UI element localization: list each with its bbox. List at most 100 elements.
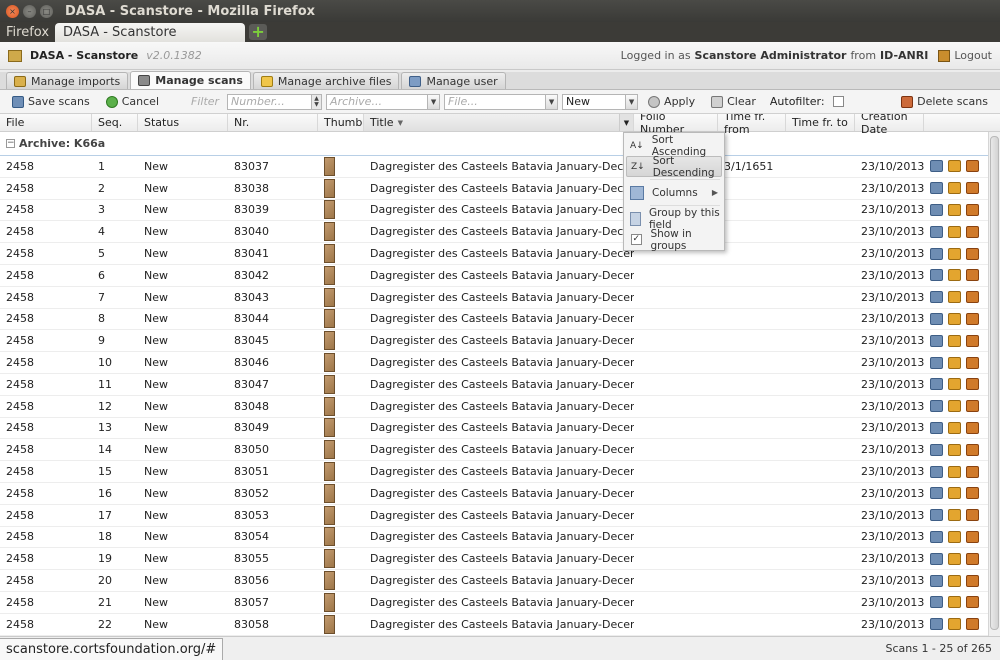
thumbnail-image[interactable] [324, 440, 335, 460]
edit-scan-icon[interactable] [948, 421, 961, 434]
cell-folio[interactable] [634, 287, 718, 308]
cell-thumb[interactable] [318, 396, 364, 417]
edit-scan-icon[interactable] [948, 443, 961, 456]
cell-thumb[interactable] [318, 439, 364, 460]
apply-button[interactable]: Apply [642, 92, 701, 112]
cell-folio[interactable] [634, 483, 718, 504]
cell-folio[interactable] [634, 352, 718, 373]
thumbnail-image[interactable] [324, 374, 335, 394]
cell-creation-date[interactable]: 23/10/2013 [855, 221, 924, 242]
cell-seq[interactable]: 8 [92, 309, 138, 330]
cell-time-to[interactable] [786, 570, 855, 591]
cell-title[interactable]: Dagregister des Casteels Batavia January… [364, 374, 634, 395]
thumbnail-image[interactable] [324, 396, 335, 416]
cell-thumb[interactable] [318, 265, 364, 286]
view-scan-icon[interactable] [930, 225, 943, 238]
delete-scan-icon[interactable] [966, 552, 979, 565]
cell-time-to[interactable] [786, 330, 855, 351]
cell-creation-date[interactable]: 23/10/2013 [855, 243, 924, 264]
cell-thumb[interactable] [318, 330, 364, 351]
edit-scan-icon[interactable] [948, 400, 961, 413]
thumbnail-image[interactable] [324, 483, 335, 503]
file-filter-combo[interactable]: File... ▼ [444, 93, 559, 110]
cell-time-from[interactable] [718, 309, 786, 330]
edit-scan-icon[interactable] [948, 160, 961, 173]
cell-title[interactable]: Dagregister des Casteels Batavia January… [364, 396, 634, 417]
cell-creation-date[interactable]: 23/10/2013 [855, 309, 924, 330]
cell-nr[interactable]: 83058 [228, 614, 318, 635]
cell-status[interactable]: New [138, 330, 228, 351]
cell-time-from[interactable] [718, 221, 786, 242]
cell-status[interactable]: New [138, 505, 228, 526]
browser-tab[interactable]: DASA - Scanstore [55, 23, 246, 42]
cell-nr[interactable]: 83038 [228, 178, 318, 199]
cell-time-from[interactable] [718, 614, 786, 635]
cell-seq[interactable]: 20 [92, 570, 138, 591]
firefox-menu-button[interactable]: Firefox [6, 25, 49, 40]
cell-time-to[interactable] [786, 396, 855, 417]
cell-status[interactable]: New [138, 265, 228, 286]
group-header-row[interactable]: − Archive: K66a [0, 132, 1000, 156]
delete-scan-icon[interactable] [966, 225, 979, 238]
cell-folio[interactable] [634, 330, 718, 351]
thumbnail-image[interactable] [324, 462, 335, 482]
view-scan-icon[interactable] [930, 618, 943, 631]
cell-title[interactable]: Dagregister des Casteels Batavia January… [364, 352, 634, 373]
thumbnail-image[interactable] [324, 222, 335, 242]
cell-creation-date[interactable]: 23/10/2013 [855, 178, 924, 199]
cell-title[interactable]: Dagregister des Casteels Batavia January… [364, 178, 634, 199]
thumbnail-image[interactable] [324, 244, 335, 264]
autofilter-checkbox[interactable] [832, 96, 844, 107]
cell-time-to[interactable] [786, 548, 855, 569]
cell-time-from[interactable] [718, 461, 786, 482]
view-scan-icon[interactable] [930, 596, 943, 609]
cell-nr[interactable]: 83043 [228, 287, 318, 308]
column-header-file[interactable]: File [0, 114, 92, 131]
cell-title[interactable]: Dagregister des Casteels Batavia January… [364, 527, 634, 548]
edit-scan-icon[interactable] [948, 182, 961, 195]
cell-file[interactable]: 2458 [0, 439, 92, 460]
cell-file[interactable]: 2458 [0, 352, 92, 373]
cell-status[interactable]: New [138, 309, 228, 330]
menu-item-sort-descending[interactable]: Z↓ Sort Descending [626, 155, 722, 179]
cancel-button[interactable]: Cancel [100, 92, 165, 112]
cell-nr[interactable]: 83056 [228, 570, 318, 591]
delete-scan-icon[interactable] [966, 160, 979, 173]
cell-file[interactable]: 2458 [0, 330, 92, 351]
cell-title[interactable]: Dagregister des Casteels Batavia January… [364, 548, 634, 569]
table-row[interactable]: 2458 5 New 83041 Dagregister des Casteels Ba… [0, 243, 1000, 265]
column-header-time-to[interactable]: Time fr. to [786, 114, 855, 131]
tab-manage-imports[interactable]: Manage imports [6, 72, 129, 89]
edit-scan-icon[interactable] [948, 312, 961, 325]
thumbnail-image[interactable] [324, 592, 335, 612]
thumbnail-image[interactable] [324, 571, 335, 591]
table-row[interactable]: 2458 21 New 83057 Dagregister des Casteels B… [0, 592, 1000, 614]
cell-nr[interactable]: 83049 [228, 418, 318, 439]
cell-folio[interactable] [634, 418, 718, 439]
cell-time-to[interactable] [786, 527, 855, 548]
cell-nr[interactable]: 83042 [228, 265, 318, 286]
cell-time-from[interactable] [718, 396, 786, 417]
view-scan-icon[interactable] [930, 291, 943, 304]
cell-title[interactable]: Dagregister des Casteels Batavia January… [364, 330, 634, 351]
cell-nr[interactable]: 83041 [228, 243, 318, 264]
cell-file[interactable]: 2458 [0, 374, 92, 395]
cell-file[interactable]: 2458 [0, 156, 92, 177]
cell-time-from[interactable] [718, 527, 786, 548]
number-filter-input[interactable]: Number... ▲ ▼ [227, 93, 323, 110]
cell-time-from[interactable] [718, 178, 786, 199]
thumbnail-image[interactable] [324, 200, 335, 220]
cell-status[interactable]: New [138, 352, 228, 373]
delete-scan-icon[interactable] [966, 509, 979, 522]
cell-nr[interactable]: 83055 [228, 548, 318, 569]
new-tab-button[interactable]: + [249, 24, 268, 40]
edit-scan-icon[interactable] [948, 356, 961, 369]
menu-item-group-by-field[interactable]: Group by this field [626, 207, 722, 231]
cell-time-to[interactable] [786, 374, 855, 395]
thumbnail-image[interactable] [324, 331, 335, 351]
delete-scan-icon[interactable] [966, 182, 979, 195]
edit-scan-icon[interactable] [948, 509, 961, 522]
thumbnail-image[interactable] [324, 614, 335, 634]
edit-scan-icon[interactable] [948, 334, 961, 347]
cell-file[interactable]: 2458 [0, 418, 92, 439]
